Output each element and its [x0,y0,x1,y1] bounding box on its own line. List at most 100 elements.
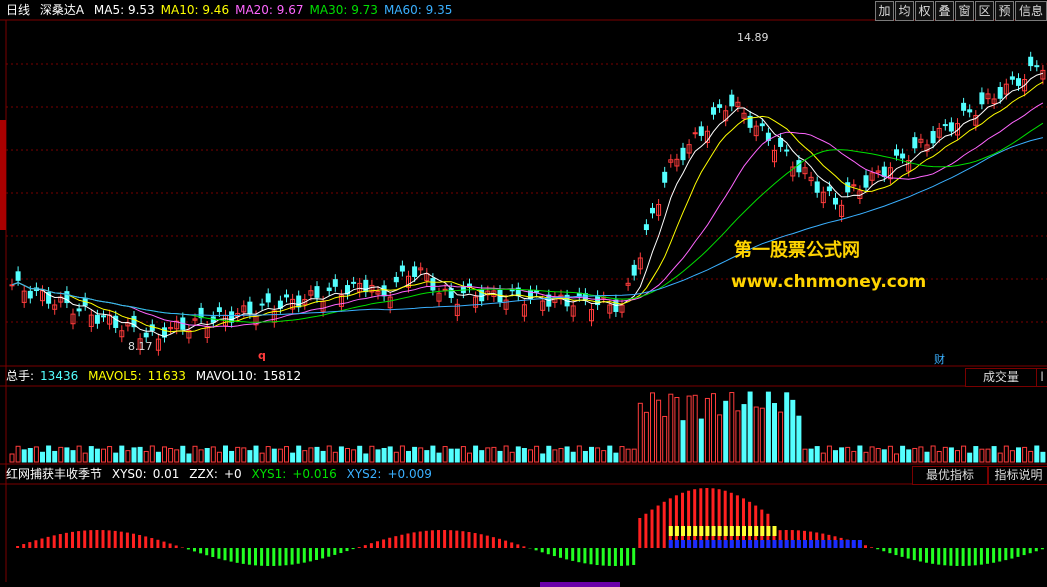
candle [961,102,967,111]
volume-bar [973,446,979,463]
indicator-bar [437,530,440,548]
volume-bars [9,391,1046,463]
volume-bar [406,450,411,463]
indicator-help-button[interactable]: 指标说明 [988,466,1047,485]
volume-bar [412,446,418,463]
ma-item: MA20: 9.67 [235,3,304,17]
indicator-bar [1016,548,1020,557]
toolbar-button[interactable]: 加 [875,1,894,21]
volume-bar [241,447,247,463]
volume-bar [70,450,76,463]
indicator-bar [943,548,947,566]
volume-bar [729,392,735,463]
toolbar-button[interactable]: 均 [895,1,914,21]
best-indicator-button[interactable]: 最优指标 [912,466,988,485]
volume-bar [180,445,186,463]
indicator-bar [986,548,989,564]
xys1-label: XYS1: [251,467,287,481]
indicator-bar [89,530,93,548]
volume-bar [137,446,143,463]
indicator-yellow-bar [754,526,759,536]
volume-bar [1040,451,1046,463]
indicator-yellow-bar [681,526,685,536]
indicator-bar [144,536,148,548]
volume-bar [1003,445,1009,463]
indicator-histogram [16,488,1044,566]
indicator-header: 红网捕获丰收季节 XYS0: 0.01 ZZX: +0 XYS1: +0.016 XY… [6,466,438,482]
volume-bar [296,445,302,463]
indicator-blue-bar [693,540,698,548]
candle [881,166,887,177]
indicator-bar [638,518,642,548]
volume-bar [747,391,753,463]
indicator-bar [28,542,32,548]
toolbar-button[interactable]: 预 [995,1,1014,21]
toolbar-button[interactable]: 信息 [1015,1,1047,21]
volume-bar [503,445,509,463]
indicator-bar [40,538,44,548]
volume-bar [607,445,613,463]
volume-bar [869,446,875,463]
candle [997,86,1003,99]
indicator-yellow-bar [748,526,753,536]
candle [351,281,357,284]
indicator-bar [345,548,349,552]
ma-item: MA30: 9.73 [309,3,378,17]
candle [796,160,802,173]
volume-bar [125,450,131,463]
indicator-bar [150,538,154,548]
indicator-blue-bar [735,540,740,548]
toolbar-button[interactable]: 区 [975,1,994,21]
indicator-blue-bar [687,540,692,548]
indicator-blue-bar [857,540,862,548]
indicator-bar [961,548,965,566]
indicator-bar [662,501,666,548]
mavol10-label: MAVOL10: [195,369,257,383]
grid-lines [0,19,1047,587]
volume-bar [351,449,357,463]
candle [692,132,698,135]
indicator-name: 红网捕获丰收季节 [6,467,103,481]
volume-indicator-button[interactable]: 成交量 [965,368,1037,387]
indicator-bar [83,530,87,548]
toolbar-button[interactable]: 叠 [935,1,954,21]
volume-bar [216,451,222,463]
indicator-bar [577,548,581,563]
indicator-bar [229,548,233,562]
event-marker-q[interactable]: q [258,349,266,362]
indicator-bar [949,548,953,566]
candle [143,332,149,338]
candle [265,293,271,303]
volume-bar [668,393,674,463]
volume-bar [320,450,326,463]
candle [216,307,222,313]
indicator-bar [382,539,386,548]
indicator-bar [46,536,50,548]
candle [363,279,369,293]
event-marker-finance[interactable]: 财 [934,351,945,367]
candle [399,265,405,272]
toolbar-button[interactable]: 权 [915,1,934,21]
volume-bar [9,453,15,463]
indicator-bar [369,543,373,548]
indicator-yellow-bar [674,526,679,536]
volume-header: 总手: 13436 MAVOL5: 11633 MAVOL10: 15812 [6,368,307,384]
chart-toolbar: 加均权叠窗区预信息 [874,1,1047,21]
indicator-blue-bar [668,540,673,548]
chart-canvas[interactable] [0,0,1047,587]
volume-bar [778,411,784,463]
volume-extra-button[interactable]: l [1036,368,1047,387]
volume-bar [332,451,338,463]
indicator-bar [461,531,465,548]
candle [930,131,936,144]
indicator-bar [504,540,508,548]
toolbar-button[interactable]: 窗 [955,1,974,21]
indicator-bar [540,548,544,553]
candle [509,289,515,292]
mavol5-label: MAVOL5: [88,369,142,383]
volume-bar [1028,450,1034,463]
candle [27,290,33,299]
indicator-bar [406,533,410,548]
indicator-yellow-bar [742,526,746,536]
ma-values: MA5: 9.53 MA10: 9.46 MA20: 9.67 MA30: 9.73 M… [94,3,458,17]
